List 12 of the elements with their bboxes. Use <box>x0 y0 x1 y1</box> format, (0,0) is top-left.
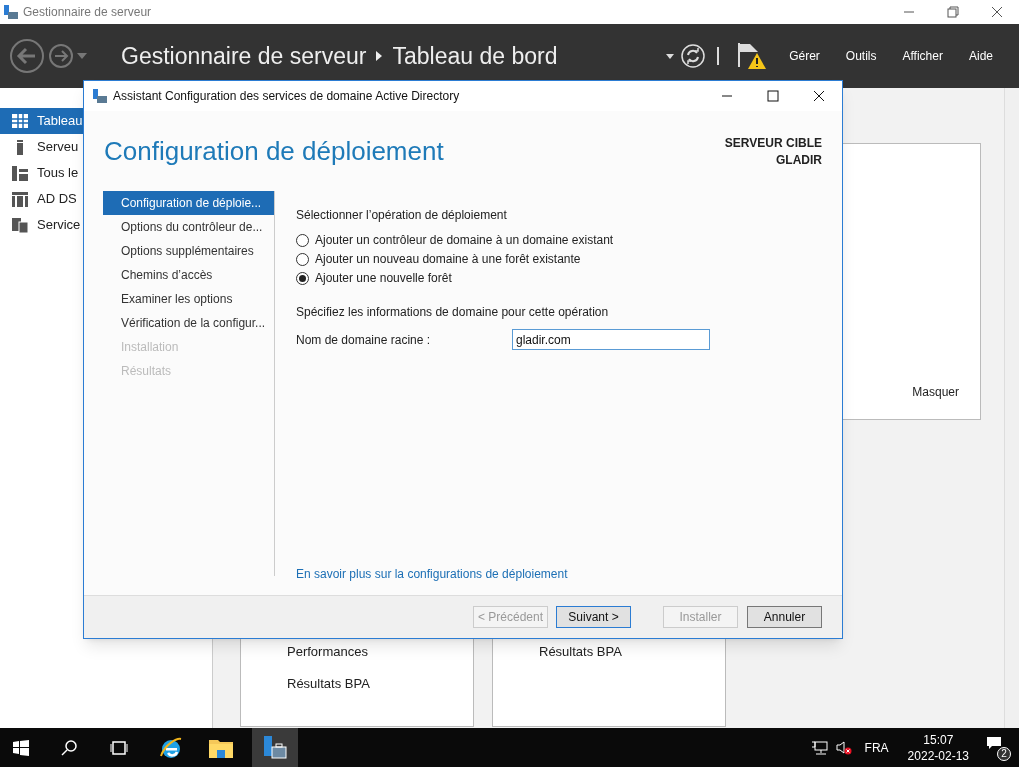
section-label: Spécifiez les informations de domaine pour cette opération <box>296 304 610 321</box>
field-label: Nom de domaine racine : <box>296 331 432 349</box>
wizard-step: Installation <box>103 335 274 359</box>
window-title: Gestionnaire de serveur <box>23 4 152 21</box>
page-heading: Configuration de déploiement <box>104 135 444 168</box>
dialog-title: Assistant Configuration des services de domaine Active Directory <box>113 88 460 105</box>
wizard-step: Résultats <box>103 359 274 383</box>
section-label: Sélectionner l’opération de déploiement <box>296 207 508 224</box>
target-server-label: SERVEUR CIBLE <box>724 135 822 152</box>
target-server-name: GLADIR <box>776 152 822 169</box>
notification-count: 2 <box>997 746 1011 761</box>
breadcrumb-item: Tableau de bord <box>392 41 558 71</box>
